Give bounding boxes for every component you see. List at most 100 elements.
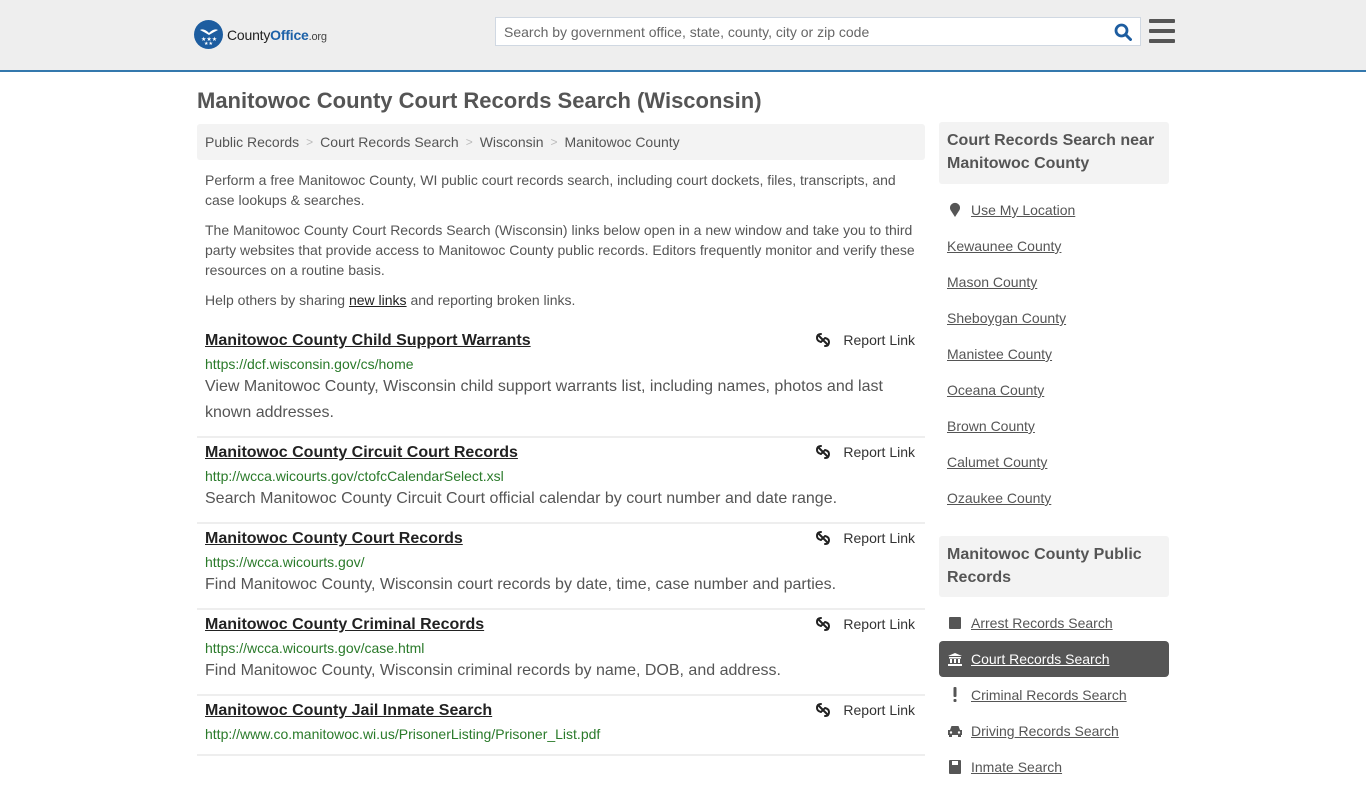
result-item: Manitowoc County Child Support Warrants … (197, 326, 925, 438)
nearby-county-link[interactable]: Oceana County (947, 382, 1044, 398)
broken-link-icon (816, 531, 831, 545)
nearby-county-item: Manistee County (947, 336, 1169, 372)
result-url: https://wcca.wicourts.gov/ (205, 554, 365, 570)
report-link-label: Report Link (843, 332, 915, 348)
courthouse-icon (947, 652, 963, 666)
court-records-link[interactable]: Court Records Search (971, 651, 1110, 667)
public-record-item: Arrest Records Search (947, 605, 1169, 641)
breadcrumb-separator: > (306, 135, 314, 149)
site-header: ★★★ ★★ CountyOffice.org (0, 0, 1366, 72)
map-marker-icon (947, 202, 963, 218)
breadcrumb-manitowoc-county[interactable]: Manitowoc County (565, 134, 680, 150)
report-link-label: Report Link (843, 444, 915, 460)
result-item: Manitowoc County Court Records Report Li… (197, 524, 925, 610)
nearby-county-link[interactable]: Kewaunee County (947, 238, 1061, 254)
share-text: Help others by sharing (205, 292, 349, 308)
floppy-icon (947, 760, 963, 774)
public-record-item: Criminal Records Search (947, 677, 1169, 713)
result-description: Search Manitowoc County Circuit Court of… (205, 490, 838, 507)
results-list: Manitowoc County Child Support Warrants … (197, 326, 925, 756)
svg-text:★★: ★★ (204, 41, 213, 46)
result-url: https://wcca.wicourts.gov/case.html (205, 640, 425, 656)
result-url: http://wcca.wicourts.gov/ctofcCalendarSe… (205, 468, 504, 484)
result-title-link[interactable]: Manitowoc County Child Support Warrants (205, 330, 531, 352)
nearby-county-item: Brown County (947, 408, 1169, 444)
broken-link-icon (816, 703, 831, 717)
site-logo[interactable]: ★★★ ★★ CountyOffice.org (194, 20, 327, 49)
result-item: Manitowoc County Jail Inmate Search Repo… (197, 696, 925, 756)
result-title-link[interactable]: Manitowoc County Circuit Court Records (205, 442, 518, 464)
nearby-county-item: Oceana County (947, 372, 1169, 408)
nearby-county-item: Ozaukee County (947, 480, 1169, 516)
menu-bar (1149, 39, 1175, 43)
public-records-list: Arrest Records Search Court Records Sear… (939, 605, 1169, 785)
use-my-location-link[interactable]: Use My Location (971, 202, 1075, 218)
menu-bar (1149, 29, 1175, 33)
public-record-item: Inmate Search (947, 749, 1169, 785)
breadcrumb-separator: > (465, 135, 473, 149)
result-description: View Manitowoc County, Wisconsin child s… (205, 378, 883, 421)
report-link-button[interactable]: Report Link (815, 702, 915, 718)
public-record-item-active: Court Records Search (939, 641, 1169, 677)
logo-text-county: County (227, 26, 271, 43)
result-title-link[interactable]: Manitowoc County Jail Inmate Search (205, 700, 492, 722)
intro-paragraph: The Manitowoc County Court Records Searc… (205, 222, 915, 278)
square-icon (947, 617, 963, 629)
public-records-section-header: Manitowoc County Public Records (939, 536, 1169, 597)
nearby-counties-list: Use My Location Kewaunee County Mason Co… (947, 192, 1169, 516)
result-item: Manitowoc County Criminal Records Report… (197, 610, 925, 696)
breadcrumb-court-records-search[interactable]: Court Records Search (320, 134, 459, 150)
report-link-button[interactable]: Report Link (815, 616, 915, 632)
result-title-link[interactable]: Manitowoc County Court Records (205, 528, 463, 550)
nearby-county-link[interactable]: Calumet County (947, 454, 1047, 470)
driving-records-link[interactable]: Driving Records Search (971, 723, 1119, 739)
hamburger-menu-icon[interactable] (1149, 19, 1175, 43)
broken-link-icon (816, 617, 831, 631)
inmate-search-link[interactable]: Inmate Search (971, 759, 1062, 775)
menu-bar (1149, 19, 1175, 23)
nearby-county-link[interactable]: Sheboygan County (947, 310, 1066, 326)
result-item: Manitowoc County Circuit Court Records R… (197, 438, 925, 524)
report-link-button[interactable]: Report Link (815, 444, 915, 460)
nearby-county-item: Sheboygan County (947, 300, 1169, 336)
share-text: and reporting broken links. (406, 292, 576, 308)
result-description: Find Manitowoc County, Wisconsin court r… (205, 576, 837, 593)
nearby-county-item: Kewaunee County (947, 228, 1169, 264)
intro-paragraph: Perform a free Manitowoc County, WI publ… (205, 172, 896, 208)
nearby-county-link[interactable]: Ozaukee County (947, 490, 1051, 506)
logo-text-office: Office (270, 26, 309, 43)
search-input[interactable] (496, 18, 1106, 45)
nearby-section-header: Court Records Search near Manitowoc Coun… (939, 122, 1169, 184)
result-description: Find Manitowoc County, Wisconsin crimina… (205, 662, 781, 679)
report-link-button[interactable]: Report Link (815, 530, 915, 546)
nearby-county-item: Mason County (947, 264, 1169, 300)
nearby-county-link[interactable]: Mason County (947, 274, 1037, 290)
new-links-link[interactable]: new links (349, 292, 407, 308)
search-button[interactable] (1106, 18, 1140, 45)
criminal-records-link[interactable]: Criminal Records Search (971, 687, 1127, 703)
report-link-label: Report Link (843, 702, 915, 718)
logo-text-org: .org (308, 30, 327, 43)
report-link-button[interactable]: Report Link (815, 332, 915, 348)
eagle-stars-logo-icon: ★★★ ★★ (194, 20, 223, 49)
broken-link-icon (816, 333, 831, 347)
breadcrumb-public-records[interactable]: Public Records (205, 134, 299, 150)
share-links-paragraph: Help others by sharing new links and rep… (205, 290, 923, 310)
nearby-county-link[interactable]: Manistee County (947, 346, 1052, 362)
breadcrumb-wisconsin[interactable]: Wisconsin (480, 134, 544, 150)
intro-text: Perform a free Manitowoc County, WI publ… (205, 170, 923, 320)
logo-wordmark: CountyOffice.org (227, 27, 327, 43)
exclamation-icon (947, 687, 963, 703)
report-link-label: Report Link (843, 530, 915, 546)
nearby-county-item: Calumet County (947, 444, 1169, 480)
breadcrumb: Public Records > Court Records Search > … (197, 124, 925, 160)
breadcrumb-separator: > (550, 135, 558, 149)
broken-link-icon (816, 445, 831, 459)
nearby-county-link[interactable]: Brown County (947, 418, 1035, 434)
report-link-label: Report Link (843, 616, 915, 632)
page-title: Manitowoc County Court Records Search (W… (197, 88, 762, 113)
use-my-location-item: Use My Location (947, 192, 1169, 228)
search-icon (1114, 23, 1132, 41)
arrest-records-link[interactable]: Arrest Records Search (971, 615, 1113, 631)
result-title-link[interactable]: Manitowoc County Criminal Records (205, 614, 484, 636)
